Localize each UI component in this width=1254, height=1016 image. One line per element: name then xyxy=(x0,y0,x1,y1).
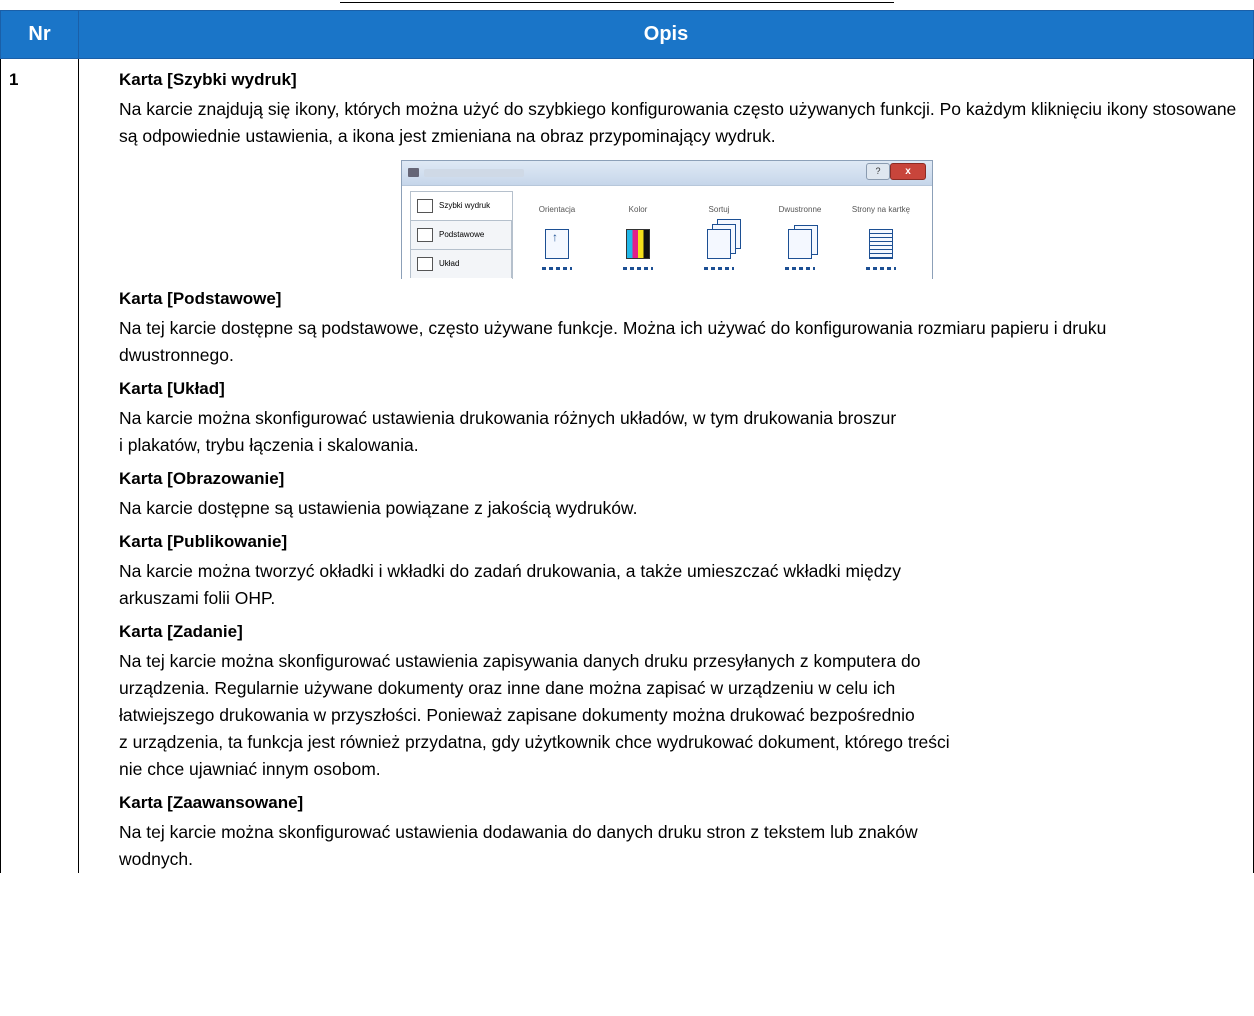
item-text: Na karcie dostępne są ustawienia powiąza… xyxy=(119,498,638,518)
item-text-line: arkuszami folii OHP. xyxy=(119,588,276,608)
option-indicator xyxy=(866,267,896,270)
item-text: Na tej karcie dostępne są podstawowe, cz… xyxy=(119,318,1107,365)
item-text: Na karcie znajdują się ikony, których mo… xyxy=(119,99,1237,146)
row-description: Karta [Szybki wydruk] Na karcie znajdują… xyxy=(78,58,1254,873)
item-uklad: Karta [Układ] Na karcie można skonfiguro… xyxy=(119,375,1253,459)
option-indicator xyxy=(785,267,815,270)
item-title: Karta [Układ] xyxy=(119,379,225,398)
tab-szybki-wydruk[interactable]: Szybki wydruk xyxy=(410,191,512,220)
printer-icon xyxy=(408,168,419,177)
color-cmyk-icon xyxy=(626,229,650,259)
item-text-line: wodnych. xyxy=(119,849,193,869)
option-indicator xyxy=(542,267,572,270)
item-text-line: łatwiejszego drukowania w przyszłości. P… xyxy=(119,705,915,725)
option-indicator xyxy=(704,267,734,270)
tab-label: Podstawowe xyxy=(439,230,485,239)
tab-label: Szybki wydruk xyxy=(439,201,491,210)
blurred-title xyxy=(424,169,524,177)
option-kolor[interactable]: Kolor xyxy=(598,205,678,270)
help-button[interactable]: ? xyxy=(866,163,890,180)
close-button[interactable]: x xyxy=(890,163,926,180)
item-title: Karta [Podstawowe] xyxy=(119,289,282,308)
option-label: Dwustronne xyxy=(778,205,822,214)
item-zaawansowane: Karta [Zaawansowane] Na tej karcie można… xyxy=(119,789,1253,873)
description-table: Nr Opis 1 Karta [Szybki wydruk] Na karci… xyxy=(0,10,1254,873)
table-row: 1 Karta [Szybki wydruk] Na karcie znajdu… xyxy=(0,58,1254,873)
row-number: 1 xyxy=(0,58,79,873)
option-orientacja[interactable]: Orientacja xyxy=(517,205,597,270)
print-settings-dialog-screenshot: ? x Szybki wydruk Podstawowe Układ Orien… xyxy=(401,160,933,279)
item-text-line: Na karcie można tworzyć okładki i wkładk… xyxy=(119,561,901,581)
item-title: Karta [Zaawansowane] xyxy=(119,793,304,812)
item-text-line: Na tej karcie można skonfigurować ustawi… xyxy=(119,822,918,842)
item-text-line: urządzenia. Regularnie używane dokumenty… xyxy=(119,678,896,698)
item-text-line: Na tej karcie można skonfigurować ustawi… xyxy=(119,651,921,671)
page-orientation-icon xyxy=(545,229,569,259)
duplex-icon xyxy=(788,229,812,259)
header-opis: Opis xyxy=(78,10,1254,59)
dialog-titlebar: ? x xyxy=(402,161,932,186)
item-title: Karta [Zadanie] xyxy=(119,622,243,641)
option-label: Kolor xyxy=(628,205,648,214)
option-sortuj[interactable]: Sortuj xyxy=(679,205,759,270)
quick-print-panel: Orientacja Kolor Sortuj xyxy=(512,191,924,279)
option-indicator xyxy=(623,267,653,270)
item-obrazowanie: Karta [Obrazowanie] Na karcie dostępne s… xyxy=(119,465,1253,522)
item-text-line: Na karcie można skonfigurować ustawienia… xyxy=(119,408,897,428)
item-title: Karta [Obrazowanie] xyxy=(119,469,285,488)
basic-icon xyxy=(417,228,433,242)
item-title: Karta [Publikowanie] xyxy=(119,532,288,551)
table-header-row: Nr Opis xyxy=(0,10,1254,59)
option-dwustronne[interactable]: Dwustronne xyxy=(760,205,840,270)
item-text-line: nie chce ujawniać innym osobom. xyxy=(119,759,381,779)
header-nr: Nr xyxy=(0,10,79,59)
layout-icon xyxy=(417,257,433,271)
option-label: Strony na kartkę xyxy=(851,205,911,214)
collate-icon xyxy=(707,229,731,259)
item-text-line: i plakatów, trybu łączenia i skalowania. xyxy=(119,435,419,455)
tab-uklad[interactable]: Układ xyxy=(410,249,512,278)
item-podstawowe: Karta [Podstawowe] Na tej karcie dostępn… xyxy=(119,285,1253,369)
option-label: Sortuj xyxy=(708,205,730,214)
item-publikowanie: Karta [Publikowanie] Na karcie można two… xyxy=(119,528,1253,612)
option-strony-na-kartke[interactable]: Strony na kartkę xyxy=(841,205,921,270)
tab-podstawowe[interactable]: Podstawowe xyxy=(410,220,512,249)
dialog-side-tabs: Szybki wydruk Podstawowe Układ xyxy=(410,191,512,278)
option-label: Orientacja xyxy=(538,205,576,214)
quick-print-icon xyxy=(417,199,433,213)
tab-label: Układ xyxy=(439,259,460,268)
pages-per-sheet-icon xyxy=(869,229,893,259)
item-zadanie: Karta [Zadanie] Na tej karcie można skon… xyxy=(119,618,1253,783)
item-text-line: z urządzenia, ta funkcja jest również pr… xyxy=(119,732,950,752)
item-title: Karta [Szybki wydruk] xyxy=(119,70,297,89)
item-szybki-wydruk: Karta [Szybki wydruk] Na karcie znajdują… xyxy=(119,66,1253,150)
top-rule xyxy=(340,2,894,3)
